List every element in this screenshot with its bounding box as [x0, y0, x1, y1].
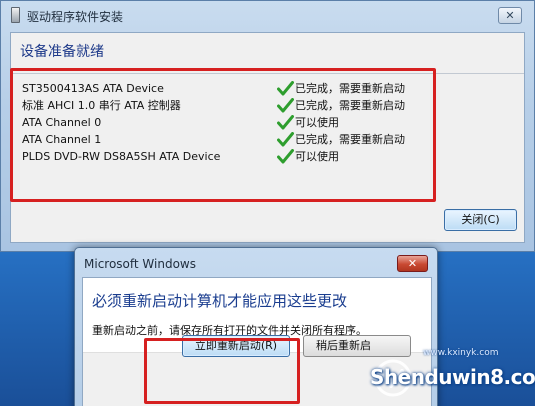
restart-later-button[interactable]: 稍后重新启 [303, 335, 411, 357]
dialog-close-button[interactable]: ✕ [397, 255, 428, 272]
window-title: 驱动程序软件安装 [27, 10, 124, 24]
dialog-title: Microsoft Windows [84, 257, 196, 271]
installer-app-icon [11, 7, 20, 23]
dialog-main-instruction: 必须重新启动计算机才能应用这些更改 [92, 292, 348, 310]
page-heading: 设备准备就绪 [20, 44, 104, 60]
highlight-box-device-list [10, 68, 436, 202]
highlight-box-restart-button [144, 338, 300, 404]
window-titlebar[interactable]: 驱动程序软件安装 ✕ [1, 1, 534, 29]
close-button[interactable]: 关闭(C) [444, 209, 517, 231]
window-close-button[interactable]: ✕ [498, 7, 522, 24]
